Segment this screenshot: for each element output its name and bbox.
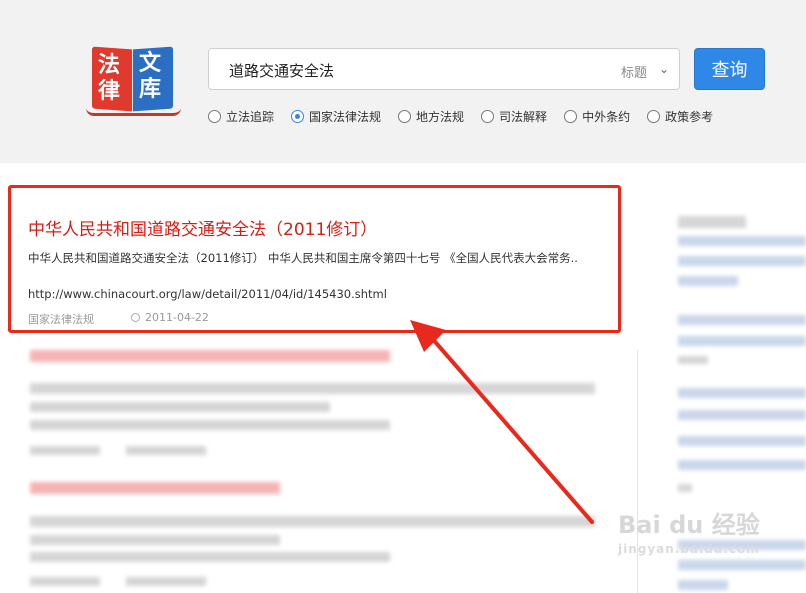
- watermark-brand: Bai du 经验: [618, 511, 760, 539]
- arrow-shaft: [428, 334, 594, 524]
- watermark-domain: jingyan.baidu.com: [618, 542, 760, 556]
- baidu-jingyan-watermark: Bai du 经验 jingyan.baidu.com: [618, 505, 760, 556]
